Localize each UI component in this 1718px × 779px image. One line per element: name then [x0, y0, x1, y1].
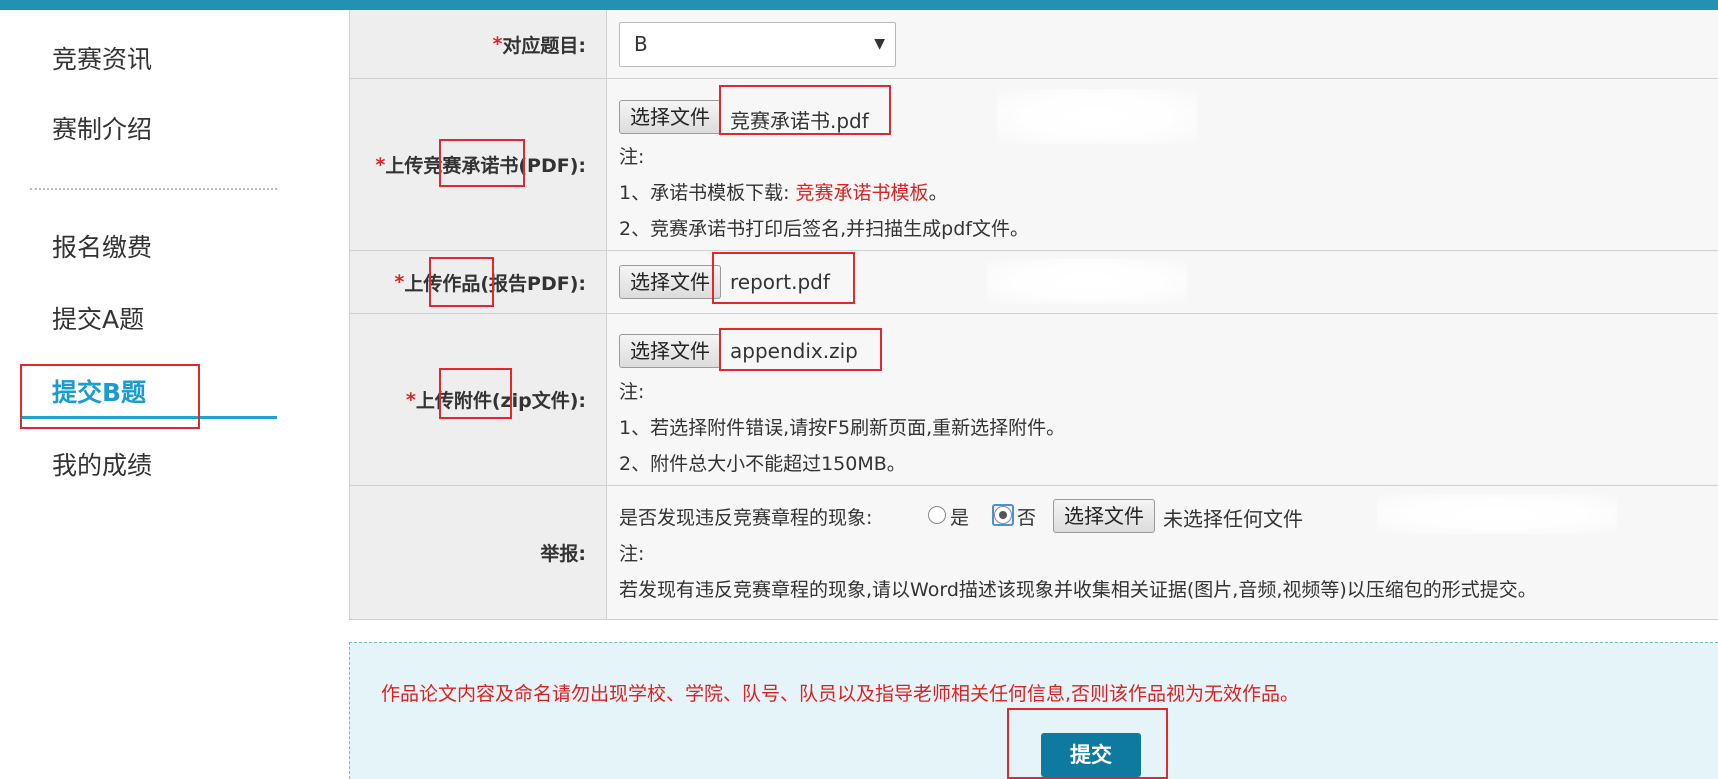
redacted-area — [987, 259, 1187, 304]
attachment-label-text: 上传附件(zip文件): — [415, 390, 586, 412]
pledge-file-button[interactable]: 选择文件 — [619, 100, 721, 134]
attachment-note-title: 注: — [619, 381, 645, 403]
report-issue-label: 举报: — [349, 486, 607, 619]
required-mark: * — [375, 153, 386, 176]
radio-no[interactable] — [994, 506, 1012, 524]
attachment-row: * 上传附件(zip文件): 选择文件 appendix.zip 注: 1、若选择… — [349, 314, 1718, 486]
sidebar-item-news[interactable]: 竞赛资讯 — [52, 40, 152, 76]
attachment-note-1: 1、若选择附件错误,请按F5刷新页面,重新选择附件。 — [619, 417, 1066, 439]
report-label-text: 上传作品(报告PDF): — [404, 272, 586, 295]
report-file-button[interactable]: 选择文件 — [1053, 499, 1155, 533]
pledge-template-link[interactable]: 竞赛承诺书模板 — [796, 182, 929, 204]
topic-row: * 对应题目: B ▼ — [349, 10, 1718, 79]
topic-select[interactable]: B ▼ — [619, 22, 896, 67]
topic-value: B ▼ — [607, 10, 1718, 78]
attachment-file-name: appendix.zip — [730, 339, 858, 363]
top-bar — [0, 0, 1718, 10]
report-file-name: report.pdf — [730, 270, 830, 294]
attachment-file-button[interactable]: 选择文件 — [619, 334, 721, 368]
pledge-label-text: 上传竞赛承诺书(PDF): — [385, 155, 586, 177]
redacted-area — [1377, 494, 1617, 534]
report-issue-label-text: 举报: — [540, 543, 586, 565]
report-file-status: 未选择任何文件 — [1163, 507, 1303, 531]
notice-warning: 作品论文内容及命名请勿出现学校、学院、队号、队员以及指导老师相关任何信息,否则该… — [381, 683, 1300, 705]
pledge-note-1-suffix: 。 — [928, 182, 948, 204]
attachment-value: 选择文件 appendix.zip 注: 1、若选择附件错误,请按F5刷新页面,… — [607, 314, 1718, 485]
sidebar-item-my-scores[interactable]: 我的成绩 — [52, 446, 152, 482]
report-value: 选择文件 report.pdf — [607, 251, 1718, 313]
notice-panel: 作品论文内容及命名请勿出现学校、学院、队号、队员以及指导老师相关任何信息,否则该… — [349, 642, 1718, 779]
report-row: * 上传作品(报告PDF): 选择文件 report.pdf — [349, 251, 1718, 314]
topic-label: * 对应题目: — [349, 10, 607, 78]
radio-yes[interactable] — [928, 506, 946, 524]
pledge-value: 选择文件 竞赛承诺书.pdf 注: 1、承诺书模板下载: 竞赛承诺书模板。 2、… — [607, 79, 1718, 250]
attachment-note-2: 2、附件总大小不能超过150MB。 — [619, 453, 906, 475]
report-issue-row: 举报: 是否发现违反竞赛章程的现象: 是 否 选择文件 未选择任何文件 注: 若… — [349, 486, 1718, 620]
submit-button[interactable]: 提交 — [1041, 733, 1141, 777]
pledge-label: * 上传竞赛承诺书(PDF): — [349, 79, 607, 250]
pledge-row: * 上传竞赛承诺书(PDF): 选择文件 竞赛承诺书.pdf 注: 1、承诺书模板… — [349, 79, 1718, 251]
topic-selected-value: B — [634, 32, 648, 56]
sidebar-item-submit-a[interactable]: 提交A题 — [52, 300, 144, 336]
required-mark: * — [492, 33, 503, 55]
pledge-file-name: 竞赛承诺书.pdf — [730, 109, 869, 133]
sidebar-item-rules[interactable]: 赛制介绍 — [52, 110, 152, 146]
active-nav-underline — [20, 416, 277, 419]
required-mark: * — [394, 271, 405, 293]
report-issue-note: 若发现有违反竞赛章程的现象,请以Word描述该现象并收集相关证据(图片,音频,视… — [619, 579, 1537, 601]
chevron-down-icon: ▼ — [874, 36, 885, 52]
report-issue-value: 是否发现违反竞赛章程的现象: 是 否 选择文件 未选择任何文件 注: 若发现有违… — [607, 486, 1718, 619]
report-issue-note-title: 注: — [619, 543, 645, 565]
redacted-area — [997, 89, 1197, 144]
pledge-note-2: 2、竞赛承诺书打印后签名,并扫描生成pdf文件。 — [619, 218, 1029, 240]
radio-no-label: 否 — [1017, 507, 1037, 529]
sidebar: 竞赛资讯 赛制介绍 报名缴费 提交A题 提交B题 我的成绩 — [0, 10, 300, 779]
required-mark: * — [405, 388, 416, 411]
sidebar-item-registration[interactable]: 报名缴费 — [52, 228, 152, 264]
topic-label-text: 对应题目: — [502, 34, 586, 57]
sidebar-item-submit-b[interactable]: 提交B题 — [52, 373, 146, 409]
report-issue-question: 是否发现违反竞赛章程的现象: — [619, 507, 873, 529]
report-label: * 上传作品(报告PDF): — [349, 251, 607, 313]
attachment-label: * 上传附件(zip文件): — [349, 314, 607, 485]
report-file-button[interactable]: 选择文件 — [619, 265, 721, 299]
pledge-note-1: 1、承诺书模板下载: 竞赛承诺书模板。 — [619, 178, 948, 205]
sidebar-divider — [30, 188, 277, 190]
pledge-note-title: 注: — [619, 146, 645, 168]
radio-yes-label: 是 — [950, 507, 970, 529]
pledge-note-1-prefix: 1、承诺书模板下载: — [619, 182, 790, 204]
